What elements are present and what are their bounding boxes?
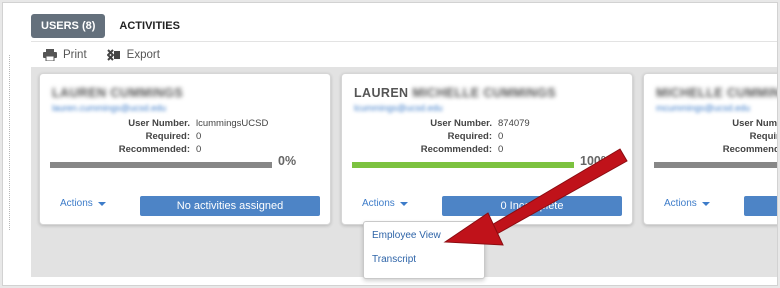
main-window: USERS (8) ACTIVITIES Print Export LAUREN…	[2, 2, 778, 286]
arrow-head	[443, 212, 504, 246]
arrow-shaft	[489, 148, 628, 236]
annotation-arrow	[443, 148, 628, 246]
